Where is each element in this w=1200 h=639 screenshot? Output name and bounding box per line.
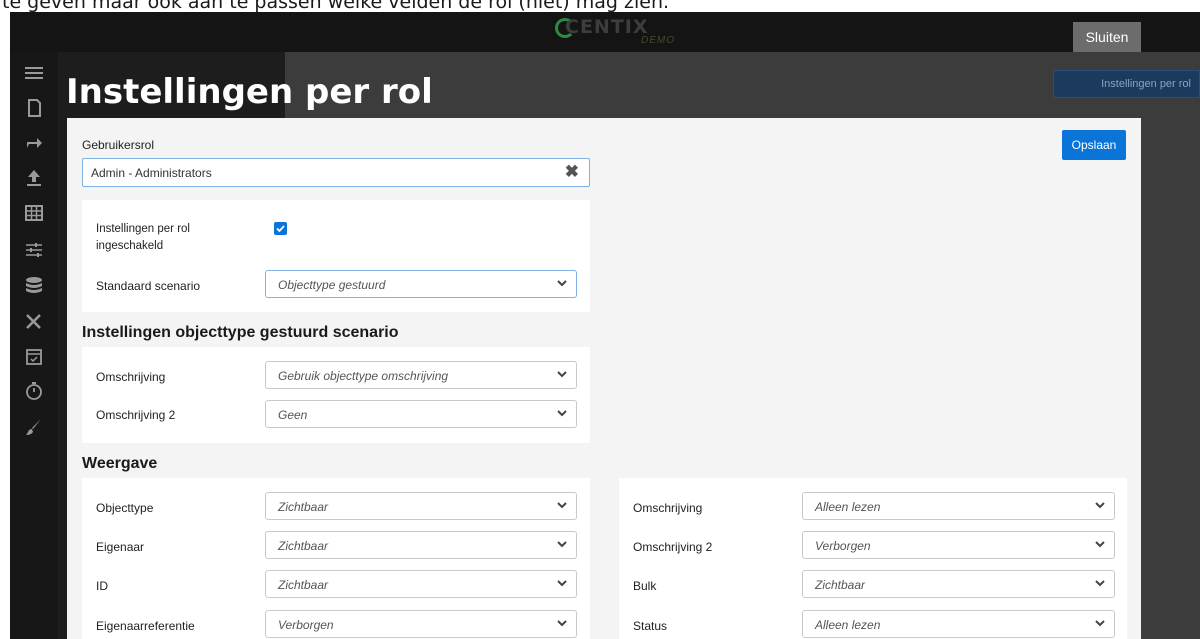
view-left-select[interactable]: Verborgen xyxy=(265,610,577,638)
view-right-label: Omschrijving xyxy=(633,501,703,515)
view-right-value: Alleen lezen xyxy=(815,618,881,632)
chevron-down-icon xyxy=(1095,620,1105,627)
view-left-select[interactable]: Zichtbaar xyxy=(265,570,577,598)
top-bar: CENTIX DEMO Sluiten xyxy=(10,12,1200,52)
view-left-label: Eigenaarreferentie xyxy=(96,619,195,633)
omschrijving2-select[interactable]: Geen xyxy=(265,400,577,428)
view-right-label: Omschrijving 2 xyxy=(633,540,713,554)
chevron-down-icon xyxy=(557,541,567,548)
calendar-icon[interactable] xyxy=(22,345,46,369)
view-card-right: Omschrijving Alleen lezen Omschrijving 2… xyxy=(619,478,1127,639)
view-left-value: Zichtbaar xyxy=(278,539,329,553)
view-right-value: Alleen lezen xyxy=(815,500,881,514)
enabled-label: Instellingen per rol ingeschakeld xyxy=(96,223,190,252)
view-left-value: Verborgen xyxy=(278,618,334,632)
chevron-down-icon xyxy=(1095,541,1105,548)
background-settings-button: Instellingen per rol xyxy=(1053,70,1200,98)
chevron-down-icon xyxy=(1095,580,1105,587)
view-left-value: Zichtbaar xyxy=(278,578,329,592)
timer-icon[interactable] xyxy=(22,380,46,404)
view-right-select[interactable]: Alleen lezen xyxy=(802,610,1115,638)
chevron-down-icon xyxy=(557,580,567,587)
centix-logo: CENTIX DEMO xyxy=(555,16,685,48)
menu-icon[interactable] xyxy=(22,62,46,86)
view-card-left: Objecttype Zichtbaar Eigenaar Zichtbaar … xyxy=(82,478,590,639)
view-right-label: Status xyxy=(633,619,668,633)
modal-title: Instellingen per rol xyxy=(66,72,433,112)
view-right-label: Bulk xyxy=(633,579,657,593)
logo-text: CENTIX xyxy=(565,16,649,38)
view-right-value: Verborgen xyxy=(815,539,871,553)
chevron-down-icon xyxy=(557,620,567,627)
view-left-label: Objecttype xyxy=(96,501,154,515)
view-left-value: Zichtbaar xyxy=(278,500,329,514)
view-right-select[interactable]: Zichtbaar xyxy=(802,570,1115,598)
general-settings-card: Instellingen per rol ingeschakeld Standa… xyxy=(82,200,590,312)
database-icon[interactable] xyxy=(22,274,46,298)
sliders-icon[interactable] xyxy=(22,239,46,263)
clear-icon[interactable]: ✖ xyxy=(565,162,579,182)
view-left-label: Eigenaar xyxy=(96,540,145,554)
chevron-down-icon xyxy=(557,371,567,378)
view-left-label: ID xyxy=(96,579,108,593)
view-right-value: Zichtbaar xyxy=(815,578,866,592)
section-heading-scenario: Instellingen objecttype gestuurd scenari… xyxy=(82,324,399,341)
omschrijving2-label: Omschrijving 2 xyxy=(96,408,176,422)
view-left-select[interactable]: Zichtbaar xyxy=(265,492,577,520)
chevron-down-icon xyxy=(1095,502,1105,509)
scenario-value: Objecttype gestuurd xyxy=(278,278,386,292)
view-left-select[interactable]: Zichtbaar xyxy=(265,531,577,559)
logo-subtext: DEMO xyxy=(641,35,675,46)
omschrijving-label: Omschrijving xyxy=(96,370,166,384)
scenario-settings-card: Omschrijving Gebruik objecttype omschrij… xyxy=(82,347,590,443)
scenario-select[interactable]: Objecttype gestuurd xyxy=(265,270,577,298)
caption-strip: te geven maar ook aan te passen welke ve… xyxy=(0,0,1200,12)
omschrijving-value: Gebruik objecttype omschrijving xyxy=(278,369,449,383)
tools-icon[interactable] xyxy=(22,310,46,334)
share-icon[interactable] xyxy=(22,132,46,156)
chevron-down-icon xyxy=(557,280,567,287)
scenario-label: Standaard scenario xyxy=(96,279,201,293)
section-heading-view: Weergave xyxy=(82,455,158,472)
chevron-down-icon xyxy=(557,502,567,509)
sidebar-icon-strip xyxy=(10,52,58,639)
omschrijving2-value: Geen xyxy=(278,408,308,422)
role-label: Gebruikersrol xyxy=(82,138,155,152)
settings-modal: Opslaan Gebruikersrol Admin - Administra… xyxy=(67,118,1141,639)
close-button[interactable]: Sluiten xyxy=(1073,22,1141,52)
document-icon[interactable] xyxy=(22,97,46,121)
upload-icon[interactable] xyxy=(22,167,46,191)
enabled-checkbox[interactable] xyxy=(274,222,287,235)
view-right-select[interactable]: Alleen lezen xyxy=(802,492,1115,520)
chevron-down-icon xyxy=(557,410,567,417)
table-icon[interactable] xyxy=(22,202,46,226)
save-button[interactable]: Opslaan xyxy=(1062,130,1126,160)
role-input[interactable]: Admin - Administrators ✖ xyxy=(82,158,590,187)
caption-text: te geven maar ook aan te passen welke ve… xyxy=(2,0,670,12)
view-right-select[interactable]: Verborgen xyxy=(802,531,1115,559)
brush-icon[interactable] xyxy=(22,416,46,440)
omschrijving-select[interactable]: Gebruik objecttype omschrijving xyxy=(265,361,577,389)
role-value: Admin - Administrators xyxy=(91,166,212,180)
